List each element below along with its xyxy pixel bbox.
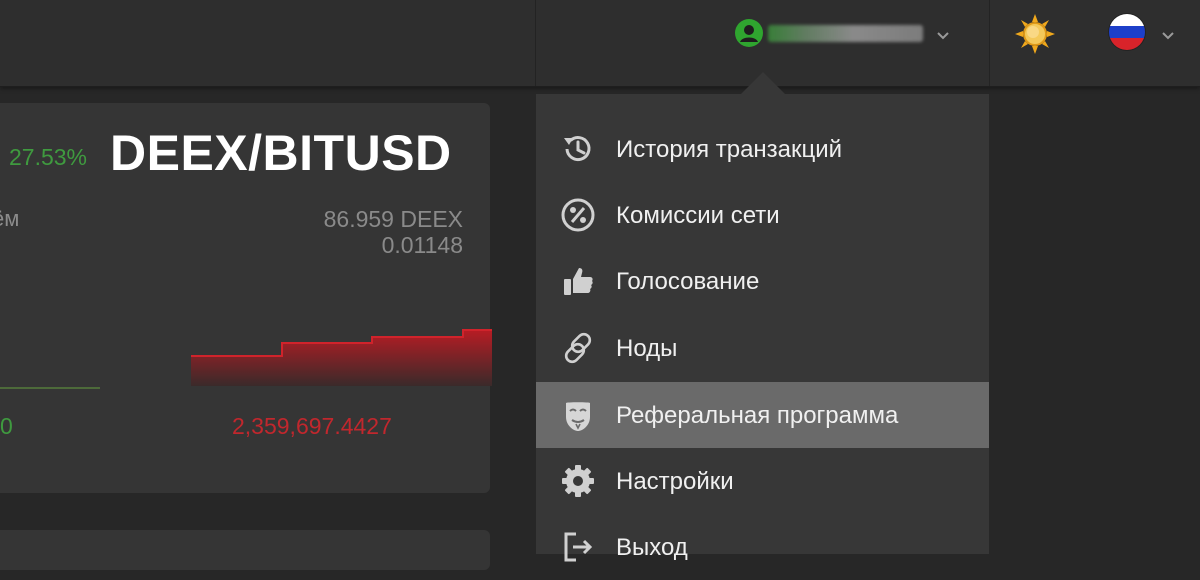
- menu-item-label: Ноды: [616, 335, 678, 362]
- menu-item-voting[interactable]: Голосование: [536, 248, 989, 314]
- user-name[interactable]: [768, 25, 923, 42]
- menu-item-fees[interactable]: Комиссии сети: [536, 182, 989, 248]
- change-percent: 27.53%: [9, 144, 88, 170]
- percent-icon: [561, 198, 595, 232]
- menu-item-label: Комиссии сети: [616, 202, 780, 229]
- chevron-down-icon[interactable]: [1161, 31, 1175, 41]
- user-icon[interactable]: [735, 19, 763, 47]
- gear-icon: [562, 465, 594, 497]
- secondary-card: [0, 530, 490, 570]
- volume-value: 86.959 DEEX: [323, 206, 463, 232]
- menu-item-label: Голосование: [616, 268, 760, 295]
- bid-total: 0: [0, 413, 13, 439]
- mask-icon: [566, 402, 590, 431]
- menu-item-history[interactable]: История транзакций: [536, 116, 989, 182]
- divider: [535, 0, 536, 86]
- dropdown-caret: [741, 72, 785, 94]
- price-value: 0.01148: [381, 232, 463, 258]
- menu-item-logout[interactable]: Выход: [536, 514, 989, 580]
- menu-item-settings[interactable]: Настройки: [536, 448, 989, 514]
- menu-item-label: История транзакций: [616, 136, 843, 163]
- link-icon: [564, 332, 592, 364]
- menu-item-nodes[interactable]: Ноды: [536, 315, 989, 381]
- ask-area: [191, 330, 492, 386]
- depth-chart: [0, 329, 492, 389]
- menu-item-label: Выход: [616, 534, 688, 561]
- logout-icon: [564, 532, 593, 562]
- menu-item-referral[interactable]: Реферальная программа: [536, 382, 989, 448]
- chevron-down-icon[interactable]: [936, 31, 950, 41]
- volume-label: ём: [0, 206, 20, 231]
- divider: [989, 0, 990, 86]
- thumbs-up-icon: [564, 268, 593, 295]
- sun-icon[interactable]: [1014, 13, 1056, 55]
- russia-flag-icon[interactable]: [1109, 14, 1145, 50]
- pair-title: DEEX/BITUSD: [110, 125, 452, 181]
- history-icon: [564, 136, 591, 162]
- ask-total: 2,359,697.4427: [232, 413, 392, 439]
- top-bar: [0, 0, 1200, 87]
- menu-item-label: Настройки: [616, 468, 734, 495]
- menu-item-label: Реферальная программа: [616, 402, 899, 429]
